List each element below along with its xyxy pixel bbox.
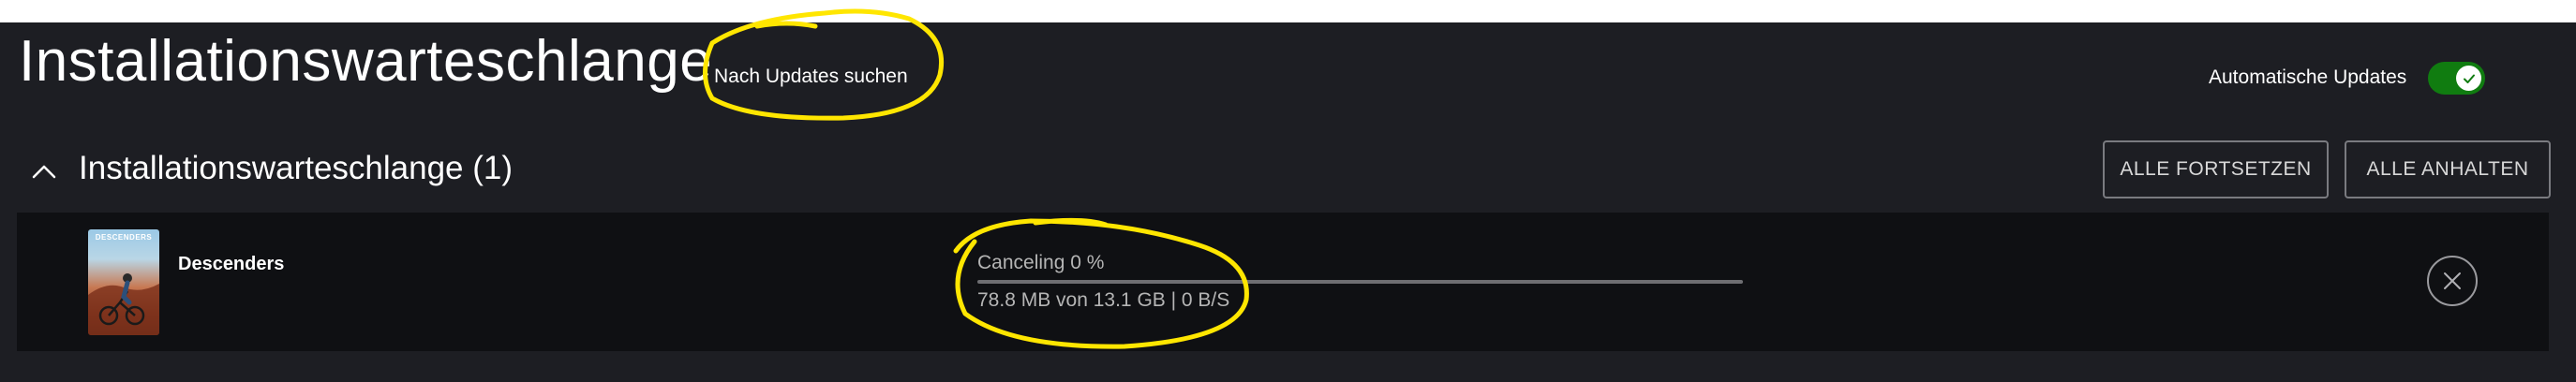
section-title: Installationswarteschlange (1)	[79, 150, 514, 186]
auto-updates-toggle[interactable]	[2428, 62, 2485, 95]
auto-updates-label: Automatische Updates	[2209, 66, 2407, 88]
toggle-knob	[2456, 66, 2481, 91]
queue-item[interactable]: DESCENDERS Descenders Canceling 0 % 78.8…	[17, 213, 2549, 351]
download-size-info: 78.8 MB von 13.1 GB | 0 B/S	[977, 289, 1230, 311]
resume-all-button[interactable]: ALLE FORTSETZEN	[2103, 140, 2329, 198]
chevron-up-icon	[32, 165, 56, 179]
game-thumbnail: DESCENDERS	[88, 229, 159, 335]
install-status: Canceling 0 %	[977, 252, 1105, 273]
progress-bar	[977, 280, 1743, 284]
pause-all-button[interactable]: ALLE ANHALTEN	[2345, 140, 2551, 198]
top-strip	[0, 0, 2576, 22]
check-updates-link[interactable]: Nach Updates suchen	[714, 66, 908, 88]
cancel-download-button[interactable]	[2427, 256, 2478, 306]
close-icon	[2444, 272, 2461, 289]
check-icon	[2463, 74, 2475, 83]
game-name: Descenders	[178, 254, 285, 274]
collapse-section-button[interactable]	[28, 155, 60, 187]
bike-rider-image	[88, 273, 159, 335]
page-title: Installationswarteschlange	[19, 29, 713, 94]
